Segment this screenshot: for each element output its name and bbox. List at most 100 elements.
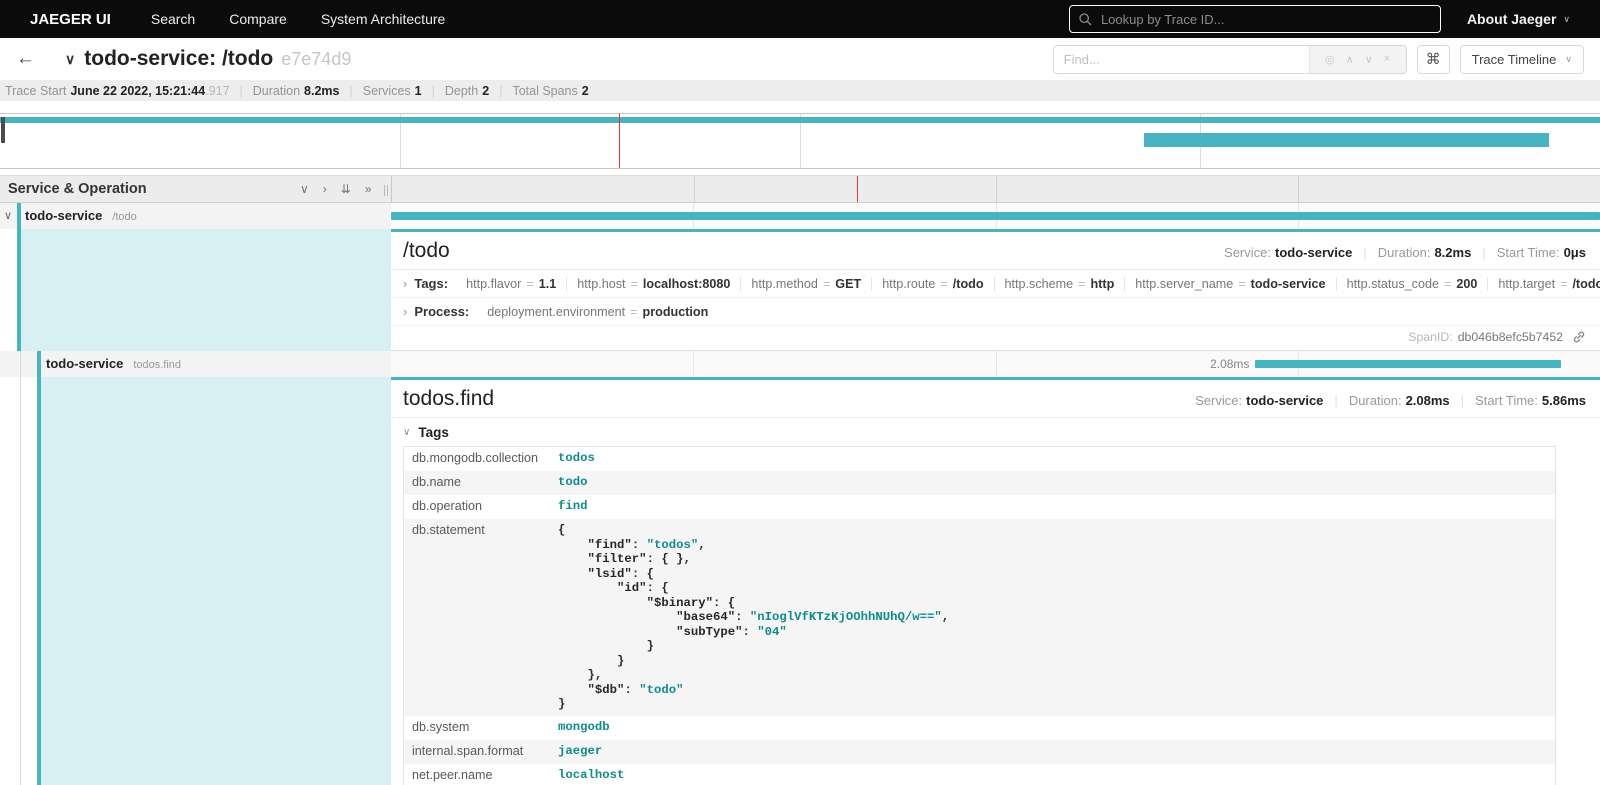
total-spans-value: 2 <box>582 84 589 98</box>
match-target-icon[interactable]: ◎ <box>1325 53 1335 66</box>
tags-inline-list: http.flavor=1.1http.host=localhost:8080h… <box>456 277 1600 291</box>
process-inline-list: deployment.environment=production <box>477 305 718 319</box>
tag-value: GET <box>835 277 861 291</box>
find-input[interactable] <box>1054 46 1309 73</box>
back-arrow-icon[interactable]: ← <box>16 48 35 70</box>
nav-item-system-architecture[interactable]: System Architecture <box>321 11 446 27</box>
collapse-all-icon[interactable]: ⇊ <box>341 182 351 196</box>
span-name-cell[interactable]: ∨ todo-service/todo <box>0 203 391 229</box>
tag-item: http.host=localhost:8080 <box>567 277 741 291</box>
minimap-scrubber-handle[interactable] <box>1 117 5 143</box>
grid-line <box>694 176 695 202</box>
minimap-span-bar-todos-find <box>1144 133 1549 147</box>
column-resize-handle[interactable] <box>384 185 388 196</box>
trace-summary-bar: Trace Start June 22 2022, 15:21:44.917 |… <box>0 80 1600 101</box>
tag-value: todos <box>550 447 603 470</box>
trace-lookup-input[interactable] <box>1099 11 1431 28</box>
trace-start-ms: .917 <box>205 84 229 98</box>
tag-key: net.peer.name <box>404 764 550 785</box>
service-label: Service: <box>1195 393 1242 408</box>
tags-accordion-collapsed[interactable]: › Tags: http.flavor=1.1http.host=localho… <box>391 270 1600 298</box>
tag-key: http.target <box>1498 277 1555 291</box>
span-name-cell[interactable]: todo-servicetodos.find <box>0 351 391 377</box>
span-title: todos.find <box>403 387 494 411</box>
jaeger-logo[interactable]: JAEGER UI <box>30 11 111 28</box>
service-value: todo-service <box>1246 393 1323 408</box>
divider: | <box>499 84 502 98</box>
tag-value: find <box>550 495 596 518</box>
start-time-value: 0μs <box>1564 245 1586 260</box>
span-detail-left-column <box>0 229 391 351</box>
expand-one-icon[interactable]: › <box>323 182 327 196</box>
span-duration-text: 2.08ms <box>1210 357 1249 371</box>
tag-item: http.server_name=todo-service <box>1125 277 1336 291</box>
tag-value: jaeger <box>550 740 610 763</box>
service-operation-header: Service & Operation <box>8 181 147 197</box>
span-detail-header: todos.find Service:todo-service | Durati… <box>391 380 1600 418</box>
search-icon <box>1079 13 1092 26</box>
tag-item: http.method=GET <box>741 277 872 291</box>
grid-line <box>693 351 694 377</box>
find-next-icon[interactable]: ∨ <box>1365 53 1373 66</box>
chevron-down-icon[interactable]: ∨ <box>4 209 12 222</box>
chevron-down-icon: ∨ <box>403 427 410 438</box>
equals-sign: = <box>526 277 533 291</box>
expand-all-icon[interactable]: » <box>365 182 372 196</box>
span-service-name: todo-servicetodos.find <box>46 356 181 371</box>
span-row-todo[interactable]: ∨ todo-service/todo <box>0 203 1600 229</box>
nav-item-search[interactable]: Search <box>151 11 195 27</box>
chevron-down-icon: ∨ <box>1563 14 1570 25</box>
tags-label: Tags: <box>414 276 448 291</box>
depth-guide-line <box>20 351 21 377</box>
equals-sign: = <box>1078 277 1085 291</box>
tag-key: http.status_code <box>1347 277 1439 291</box>
process-item: deployment.environment=production <box>477 305 718 319</box>
tag-value: todo-service <box>1251 277 1326 291</box>
minimap-span-bar-todo <box>0 117 1600 123</box>
copy-link-icon[interactable] <box>1572 330 1586 344</box>
about-jaeger-menu[interactable]: About Jaeger ∨ <box>1467 11 1570 27</box>
collapse-one-icon[interactable]: ∨ <box>300 182 309 196</box>
span-operation-name: todos.find <box>133 359 181 371</box>
process-value: production <box>643 305 709 319</box>
tag-table-row: db.operation find <box>404 495 1555 519</box>
span-timeline-cell[interactable]: 2.08ms <box>391 351 1600 377</box>
trace-view-select[interactable]: Trace Timeline ∨ <box>1460 45 1584 74</box>
services-label: Services <box>363 84 411 98</box>
span-row-todos-find[interactable]: todo-servicetodos.find 2.08ms <box>0 351 1600 377</box>
grid-line <box>1298 176 1299 202</box>
tag-item: http.route=/todo <box>872 277 994 291</box>
services-value: 1 <box>415 84 422 98</box>
span-detail-todo: /todo Service:todo-service | Duration:8.… <box>0 229 1600 351</box>
trace-start-label: Trace Start <box>5 84 66 98</box>
span-id-value: db046b8efc5b7452 <box>1458 330 1563 344</box>
equals-sign: = <box>1238 277 1245 291</box>
tag-value: localhost <box>550 764 632 785</box>
span-duration-bar[interactable] <box>1255 360 1561 368</box>
tag-key: db.statement <box>404 519 550 541</box>
divider: | <box>1334 393 1337 408</box>
service-label: Service: <box>1224 245 1271 260</box>
service-value: todo-service <box>1275 245 1352 260</box>
process-accordion-collapsed[interactable]: › Process: deployment.environment=produc… <box>391 298 1600 326</box>
tag-table-row: db.system mongodb <box>404 716 1555 740</box>
tag-key: db.operation <box>404 495 550 517</box>
minimap-canvas[interactable] <box>0 113 1600 169</box>
top-nav: JAEGER UI Search Compare System Architec… <box>0 0 1600 38</box>
tag-key: http.host <box>577 277 625 291</box>
timeline-ruler[interactable] <box>391 176 1600 202</box>
span-timeline-cell[interactable] <box>391 203 1600 229</box>
nav-item-compare[interactable]: Compare <box>229 11 287 27</box>
find-clear-icon[interactable]: × <box>1384 53 1390 65</box>
divider: | <box>349 84 352 98</box>
collapse-trace-chevron-icon[interactable]: ∨ <box>65 51 75 68</box>
tag-key: http.method <box>751 277 818 291</box>
find-prev-icon[interactable]: ∧ <box>1346 53 1354 66</box>
divider: | <box>1482 245 1485 260</box>
keyboard-shortcuts-button[interactable]: ⌘ <box>1417 45 1450 74</box>
tag-key: http.flavor <box>466 277 521 291</box>
tag-key: http.scheme <box>1005 277 1074 291</box>
span-service-name: todo-service/todo <box>25 208 137 223</box>
span-duration-bar[interactable] <box>391 212 1600 220</box>
tags-accordion-expanded[interactable]: ∨ Tags <box>391 420 1600 445</box>
